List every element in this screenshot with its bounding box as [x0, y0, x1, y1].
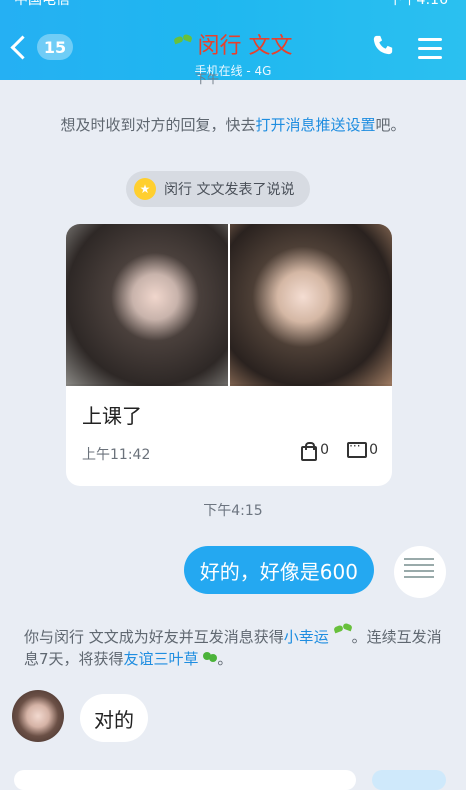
clipped-timestamp: 下午: [195, 72, 220, 86]
sprout-icon: [334, 624, 352, 642]
comment-button[interactable]: 0: [347, 439, 378, 458]
thumbs-up-icon: [298, 442, 318, 461]
post-title: 上课了: [82, 404, 142, 428]
clock-label: 下午4:16: [388, 0, 448, 8]
qzone-star-icon: ★: [134, 178, 156, 200]
chevron-left-icon: [10, 34, 35, 60]
message-timestamp: 下午4:15: [203, 503, 263, 519]
lucky-link[interactable]: 小幸运: [284, 628, 329, 646]
title-bar: 中国电信 下午4:16 15 闵行 文文 手机在线 - 4G: [0, 0, 466, 80]
clover-icon: [203, 652, 218, 666]
post-photo-2[interactable]: [230, 224, 392, 386]
post-photo-1[interactable]: [66, 224, 228, 386]
sprout-icon: [174, 35, 192, 53]
push-settings-link[interactable]: 打开消息推送设置: [255, 116, 375, 134]
outgoing-message-bubble[interactable]: 好的，好像是600: [183, 546, 374, 594]
like-count: 0: [320, 442, 330, 458]
unread-count-badge: 15: [37, 34, 73, 60]
clover-link[interactable]: 友谊三叶草: [124, 650, 199, 668]
comment-count: 0: [369, 442, 378, 458]
incoming-message-bubble[interactable]: 对的: [80, 694, 148, 742]
contact-name: 闵行 文文: [197, 34, 293, 59]
phone-call-icon[interactable]: [372, 34, 394, 56]
status-bar: 中国电信 下午4:16: [0, 0, 466, 8]
qzone-feed-pill[interactable]: ★ 闵行 文文发表了说说: [126, 171, 311, 207]
push-notice: 想及时收到对方的回复，快去打开消息推送设置吧。: [60, 116, 406, 134]
back-button[interactable]: 15: [10, 32, 73, 62]
avatar[interactable]: [394, 546, 446, 598]
friendship-notice: 你与闵行 文文成为好友并互发消息获得小幸运 。连续互发消息7天，将获得友谊三叶草…: [24, 624, 446, 670]
post-card[interactable]: 上课了 上午11:42 0 0: [66, 224, 392, 486]
contact-avatar[interactable]: [12, 690, 64, 742]
feed-pill-text: 闵行 文文发表了说说: [164, 182, 295, 198]
chat-title[interactable]: 闵行 文文 手机在线 - 4G: [120, 28, 346, 79]
online-status: 手机在线 - 4G: [194, 64, 272, 78]
post-actions: 0 0: [298, 439, 378, 461]
message-input[interactable]: [14, 770, 356, 790]
carrier-label: 中国电信: [14, 0, 70, 8]
post-time: 上午11:42: [82, 447, 151, 463]
comment-icon: [347, 439, 368, 458]
menu-icon[interactable]: [418, 38, 442, 65]
input-bar: [0, 770, 466, 790]
document-icon: [404, 558, 434, 586]
send-button[interactable]: [372, 770, 446, 790]
like-button[interactable]: 0: [298, 442, 330, 461]
